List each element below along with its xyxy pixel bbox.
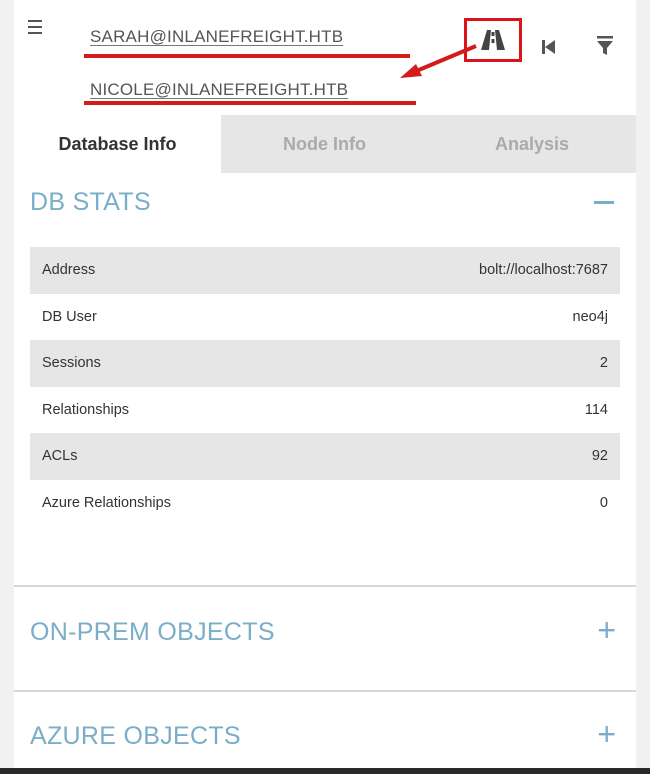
stat-value: 0 bbox=[599, 494, 608, 511]
hamburger-menu-icon[interactable] bbox=[28, 20, 42, 34]
start-node-input[interactable]: SARAH@INLANEFREIGHT.HTB bbox=[90, 27, 343, 47]
tab-bar: Database Info Node Info Analysis bbox=[14, 115, 636, 173]
expand-icon[interactable]: + bbox=[597, 716, 616, 753]
stat-label: Sessions bbox=[42, 355, 101, 372]
section-divider bbox=[14, 690, 636, 692]
filter-icon[interactable] bbox=[597, 36, 613, 61]
stat-label: DB User bbox=[42, 308, 97, 325]
start-node-search-row: SARAH@INLANEFREIGHT.HTB bbox=[14, 14, 636, 62]
window-edge-right bbox=[636, 0, 650, 774]
on-prem-objects-header[interactable]: ON-PREM OBJECTS + bbox=[14, 612, 636, 652]
table-row: Relationships 114 bbox=[30, 387, 620, 434]
stat-value: 114 bbox=[584, 401, 608, 418]
target-node-input[interactable]: NICOLE@INLANEFREIGHT.HTB bbox=[90, 80, 348, 100]
stat-value: bolt://localhost:7687 bbox=[479, 262, 608, 279]
stat-label: Azure Relationships bbox=[42, 494, 171, 511]
stat-label: Relationships bbox=[42, 401, 130, 418]
stat-label: Address bbox=[42, 262, 96, 279]
table-row: Azure Relationships 0 bbox=[30, 480, 620, 527]
stat-value: 92 bbox=[591, 448, 608, 465]
db-stats-table: Address bolt://localhost:7687 DB User ne… bbox=[30, 247, 620, 526]
stat-value: neo4j bbox=[572, 308, 608, 325]
target-node-search-row: NICOLE@INLANEFREIGHT.HTB bbox=[14, 68, 636, 160]
azure-objects-title: AZURE OBJECTS bbox=[30, 722, 241, 750]
tab-database-info[interactable]: Database Info bbox=[14, 115, 221, 173]
table-row: ACLs 92 bbox=[30, 433, 620, 480]
collapse-icon[interactable] bbox=[594, 201, 614, 204]
tab-node-info[interactable]: Node Info bbox=[221, 115, 428, 173]
skip-back-icon[interactable] bbox=[542, 39, 556, 60]
expand-icon[interactable]: + bbox=[597, 612, 616, 649]
annotation-underline-target bbox=[84, 101, 416, 105]
db-stats-header[interactable]: DB STATS bbox=[14, 182, 636, 222]
table-row: Address bolt://localhost:7687 bbox=[30, 247, 620, 294]
section-divider bbox=[14, 585, 636, 587]
table-row: Sessions 2 bbox=[30, 340, 620, 387]
db-stats-title: DB STATS bbox=[30, 188, 151, 216]
annotation-underline-start bbox=[84, 54, 410, 58]
stat-value: 2 bbox=[599, 355, 608, 372]
stat-label: ACLs bbox=[42, 448, 78, 465]
azure-objects-header[interactable]: AZURE OBJECTS + bbox=[14, 716, 636, 756]
table-row: DB User neo4j bbox=[30, 294, 620, 341]
bottom-bar bbox=[0, 768, 650, 774]
window-edge-left bbox=[0, 0, 14, 774]
on-prem-objects-title: ON-PREM OBJECTS bbox=[30, 618, 275, 646]
tab-analysis[interactable]: Analysis bbox=[428, 115, 636, 173]
bloodhound-panel: SARAH@INLANEFREIGHT.HTB NICOLE@INLANEFRE… bbox=[14, 0, 636, 768]
